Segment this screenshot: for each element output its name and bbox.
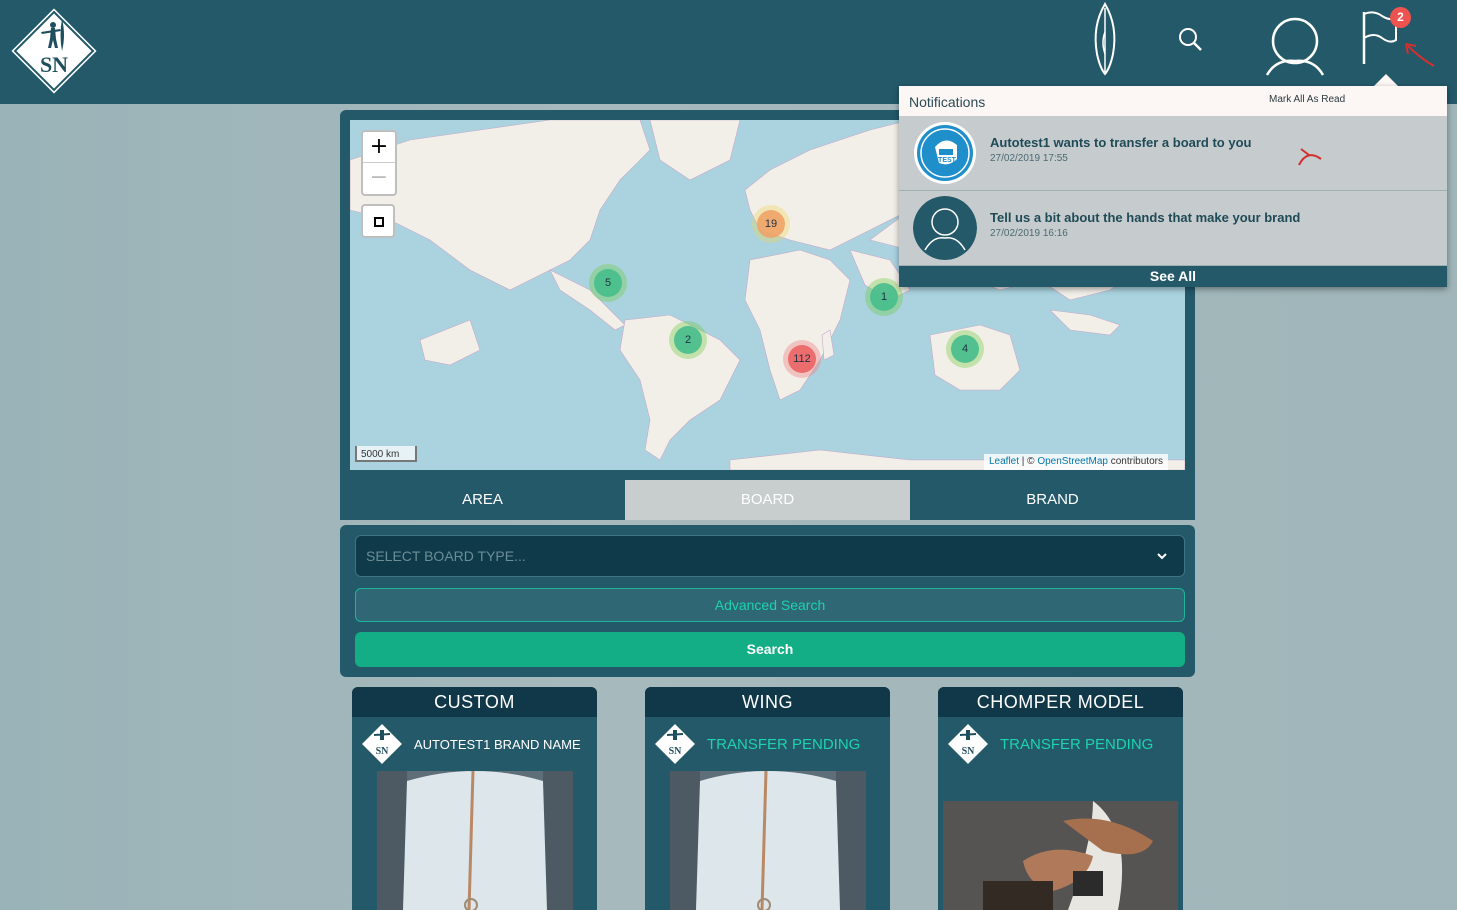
map-cluster-marker[interactable]: 4 (946, 330, 984, 368)
surfboard-icon[interactable] (1090, 2, 1120, 76)
map-cluster-marker[interactable]: 19 (752, 205, 790, 243)
notification-date: 27/02/2019 16:16 (990, 228, 1068, 239)
search-icon[interactable] (1176, 25, 1204, 53)
shaper-photo (943, 801, 1178, 910)
tab-brand[interactable]: BRAND (910, 480, 1195, 520)
notification-item[interactable]: Tell us a bit about the hands that make … (899, 191, 1447, 266)
search-tabs: AREA BOARD BRAND (340, 480, 1195, 520)
notification-text: Tell us a bit about the hands that make … (990, 210, 1301, 225)
notifications-header: Notifications Mark All As Read (899, 86, 1447, 116)
map-attribution: Leaflet | © OpenStreetMap contributors (984, 454, 1168, 470)
svg-text:SN: SN (376, 746, 390, 757)
logo-text: SN (40, 52, 68, 77)
brand-logo: SN (360, 722, 404, 766)
board-card[interactable]: CHOMPER MODEL SN TRANSFER PENDING (938, 687, 1183, 910)
map-cluster-marker[interactable]: 112 (783, 340, 821, 378)
map-scale: 5000 km (355, 446, 417, 462)
tab-board[interactable]: BOARD (625, 480, 910, 520)
brand-logo: SN (946, 722, 990, 766)
see-all-button[interactable]: See All (899, 266, 1447, 287)
notification-item[interactable]: TEST Autotest1 wants to transfer a board… (899, 116, 1447, 191)
notifications-title: Notifications (909, 94, 986, 110)
leaflet-link[interactable]: Leaflet (989, 456, 1019, 467)
board-type-select[interactable]: SELECT BOARD TYPE... (355, 535, 1185, 577)
zoom-in-button[interactable]: + (363, 132, 395, 162)
search-button[interactable]: Search (355, 632, 1185, 667)
mark-all-read-link[interactable]: Mark All As Read (1269, 94, 1345, 105)
zoom-out-button[interactable]: − (363, 162, 395, 193)
test-avatar: TEST (914, 122, 976, 184)
board-photo (670, 771, 866, 910)
square-icon (374, 217, 384, 227)
card-brand: SN TRANSFER PENDING (653, 722, 890, 767)
map-cluster-marker[interactable]: 2 (669, 321, 707, 359)
board-card[interactable]: WING SN TRANSFER PENDING (645, 687, 890, 910)
osm-link[interactable]: OpenStreetMap (1037, 456, 1108, 467)
chevron-down-icon (1157, 553, 1167, 560)
user-icon[interactable] (1262, 15, 1328, 77)
zoom-control: + − (361, 130, 397, 196)
advanced-search-button[interactable]: Advanced Search (355, 588, 1185, 622)
user-avatar (913, 196, 977, 260)
tab-area[interactable]: AREA (340, 480, 625, 520)
card-title: CHOMPER MODEL (938, 687, 1183, 717)
card-brand: SN AUTOTEST1 BRAND NAME (360, 722, 597, 767)
dropdown-caret (1374, 74, 1398, 86)
board-card[interactable]: CUSTOM SN AUTOTEST1 BRAND NAME (352, 687, 597, 910)
map-cluster-marker[interactable]: 5 (589, 264, 627, 302)
card-title: CUSTOM (352, 687, 597, 717)
notification-date: 27/02/2019 17:55 (990, 153, 1068, 164)
red-mark-annotation (1298, 148, 1322, 166)
svg-text:SN: SN (669, 746, 683, 757)
board-photo (377, 771, 573, 910)
svg-text:SN: SN (962, 746, 976, 757)
brand-logo: SN (653, 722, 697, 766)
red-arrow-annotation (1405, 43, 1435, 67)
map-cluster-marker[interactable]: 1 (865, 278, 903, 316)
svg-text:TEST: TEST (938, 157, 957, 164)
draw-rectangle-button[interactable] (361, 204, 395, 238)
card-title: WING (645, 687, 890, 717)
notification-text: Autotest1 wants to transfer a board to y… (990, 135, 1252, 150)
notifications-dropdown: Notifications Mark All As Read TEST Auto… (899, 86, 1447, 287)
notification-badge: 2 (1390, 7, 1411, 28)
sn-logo[interactable]: SN (8, 5, 100, 97)
card-brand: SN TRANSFER PENDING (946, 722, 1183, 767)
